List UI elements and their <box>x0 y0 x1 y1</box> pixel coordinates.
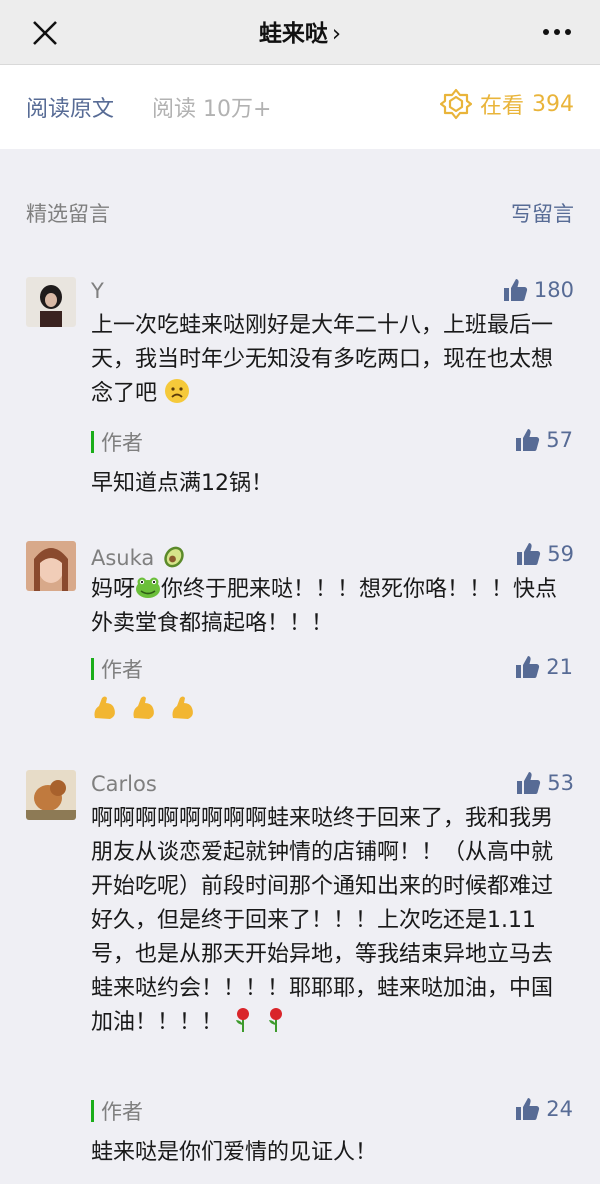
reply-text <box>91 692 201 731</box>
comment-text: 上一次吃蛙来哒刚好是大年二十八，上班最后一天，我当时年少无知没有多吃两口，现在也… <box>91 309 573 411</box>
thumbs-up-icon <box>517 543 541 565</box>
selected-comments-title: 精选留言 <box>26 202 110 226</box>
reply-author-label: 作者 <box>101 1100 143 1124</box>
thumbs-up-icon <box>517 772 541 794</box>
author-reply-bar <box>91 1100 94 1122</box>
avatar[interactable] <box>26 770 76 820</box>
thumbs-up-icon <box>516 1098 540 1120</box>
thumbs-up-icon <box>516 429 540 451</box>
top-bar: 蛙来哒 › <box>0 0 600 65</box>
comment-text-body: 上一次吃蛙来哒刚好是大年二十八，上班最后一天，我当时年少无知没有多吃两口，现在也… <box>91 313 554 406</box>
thumbs-up-icon <box>516 656 540 678</box>
thumbs-up-icon <box>503 279 528 301</box>
comment-text-body: 啊啊啊啊啊啊啊啊蛙来哒终于回来了，我和我男朋友从谈恋爱起就钟情的店铺啊！！（从高… <box>91 806 554 1035</box>
reply-like-button[interactable]: 21 <box>514 654 573 680</box>
frown-emoji-icon <box>165 379 190 403</box>
like-button[interactable]: 53 <box>515 770 574 796</box>
flexed-biceps-icon <box>94 696 115 719</box>
wow-star-icon <box>439 88 472 120</box>
like-button[interactable]: 59 <box>515 541 574 567</box>
author-reply: 作者 24 蛙来哒是你们爱情的见证人！ <box>91 1096 573 1165</box>
reply-author-label: 作者 <box>101 658 143 682</box>
more-icon[interactable] <box>540 22 574 42</box>
wow-button[interactable]: 在看 394 <box>439 87 574 121</box>
comment-text-part2: 你终于肥来哒！！！想死你咯！！！快点外卖堂食都搞起咯！！！ <box>91 577 558 636</box>
reply-like-button[interactable]: 57 <box>514 427 573 453</box>
author-reply: 作者 57 早知道点满12锅！ <box>91 427 573 496</box>
frog-emoji-icon <box>136 577 161 598</box>
write-comment-button[interactable]: 写留言 <box>511 198 574 228</box>
reply-text: 蛙来哒是你们爱情的见证人！ <box>91 1140 378 1165</box>
flexed-biceps-icon <box>172 696 193 719</box>
comment-text: 啊啊啊啊啊啊啊啊蛙来哒终于回来了，我和我男朋友从谈恋爱起就钟情的店铺啊！！（从高… <box>91 802 573 1040</box>
avatar[interactable] <box>26 541 76 591</box>
comment-text: 妈呀 你终于肥来哒！！！想死你咯！！！快点外卖堂食都搞起咯！！！ <box>91 573 573 641</box>
nickname-text: Asuka <box>91 546 155 570</box>
chevron-right-icon: › <box>331 21 342 47</box>
comment-text-part1: 妈呀 <box>91 577 136 602</box>
author-reply-bar <box>91 431 94 453</box>
read-original-link[interactable]: 阅读原文 <box>26 91 114 123</box>
comment-nickname[interactable]: Carlos <box>91 772 157 796</box>
like-count: 57 <box>546 428 573 452</box>
read-count: 阅读 10万+ <box>152 97 272 122</box>
rose-icon <box>269 1008 283 1032</box>
avatar[interactable] <box>26 277 76 327</box>
author-reply: 作者 21 <box>91 654 573 719</box>
like-count: 59 <box>547 542 574 566</box>
comments-header: 精选留言 写留言 <box>0 190 600 236</box>
account-name[interactable]: 蛙来哒 <box>259 21 328 47</box>
account-title[interactable]: 蛙来哒 › <box>0 14 600 48</box>
wow-count: 394 <box>532 91 574 117</box>
like-button[interactable]: 180 <box>502 277 574 303</box>
reply-author-label: 作者 <box>101 431 143 455</box>
like-count: 180 <box>533 278 574 302</box>
author-reply-bar <box>91 658 94 680</box>
reply-like-button[interactable]: 24 <box>514 1096 573 1122</box>
like-count: 53 <box>547 771 574 795</box>
flexed-biceps-icon <box>133 696 154 719</box>
rose-icon <box>236 1008 250 1032</box>
comment-nickname[interactable]: Y <box>91 279 104 303</box>
avocado-icon <box>164 546 184 568</box>
like-count: 24 <box>546 1097 573 1121</box>
like-count: 21 <box>546 655 573 679</box>
reply-text: 早知道点满12锅！ <box>91 471 273 496</box>
wow-label: 在看 <box>479 94 524 119</box>
comment-nickname[interactable]: Asuka <box>91 543 187 570</box>
read-bar: 阅读原文 阅读 10万+ 在看 394 <box>0 65 600 149</box>
